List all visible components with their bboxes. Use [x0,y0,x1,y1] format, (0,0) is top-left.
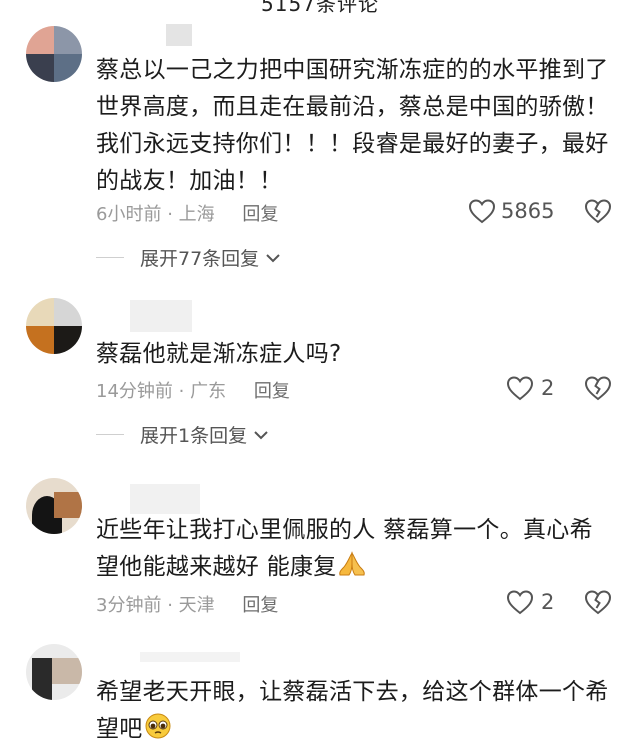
pleading-face-emoji [145,713,171,739]
like-button[interactable]: 5865 [468,198,554,224]
comment-meta: 6小时前 · 上海 回复 [96,204,279,225]
username-mosaic [130,300,192,332]
username-mosaic [130,484,200,514]
heart-outline-icon [468,199,496,224]
folded-hands-emoji [338,551,365,576]
broken-heart-icon [584,376,612,401]
avatar[interactable] [26,644,82,700]
reply-button[interactable]: 回复 [242,595,278,616]
expand-replies-button[interactable]: 展开77条回复 [96,244,281,271]
avatar[interactable] [26,478,82,534]
comment-text: 蔡总以一己之力把中国研究渐冻症的的水平推到了世界高度，而且走在最前沿，蔡总是中国… [96,57,609,194]
heart-outline-icon [506,376,534,401]
reply-button[interactable]: 回复 [242,204,278,225]
expand-replies-label: 展开77条回复 [140,248,260,270]
comment-meta: 3分钟前 · 天津 回复 [96,595,279,616]
username-mosaic [166,24,192,46]
comment-location: 上海 [178,204,215,225]
avatar[interactable] [26,26,82,82]
comment-time: 6小时前 [96,204,162,225]
dislike-button[interactable] [584,198,612,228]
expand-replies-label: 展开1条回复 [140,425,248,447]
comment-count-header: 5157条评论 [261,0,379,16]
comment-time: 14分钟前 [96,381,173,402]
comment-text: 近些年让我打心里佩服的人 蔡磊算一个。真心希望他能越来越好 能康复 [96,517,593,580]
comment-location: 广东 [190,381,227,402]
like-count: 2 [541,590,555,614]
comment-location: 天津 [178,595,215,616]
broken-heart-icon [584,199,612,224]
comment-text: 希望老天开眼，让蔡磊活下去，给这个群体一个希望吧 [96,679,609,741]
dislike-button[interactable] [584,375,612,405]
like-count: 2 [541,376,555,400]
comment-time: 3分钟前 [96,595,162,616]
heart-outline-icon [506,590,534,615]
expand-replies-button[interactable]: 展开1条回复 [96,421,269,448]
like-count: 5865 [501,199,555,223]
reply-button[interactable]: 回复 [254,381,290,402]
like-button[interactable]: 2 [506,375,554,401]
chevron-down-icon [254,430,268,439]
comment-meta: 14分钟前 · 广东 回复 [96,381,290,402]
username-mosaic [140,652,240,662]
avatar[interactable] [26,298,82,354]
comment-text: 蔡磊他就是渐冻症人吗? [96,341,342,367]
broken-heart-icon [584,590,612,615]
like-button[interactable]: 2 [506,589,554,615]
dislike-button[interactable] [584,589,612,619]
chevron-down-icon [266,253,280,262]
